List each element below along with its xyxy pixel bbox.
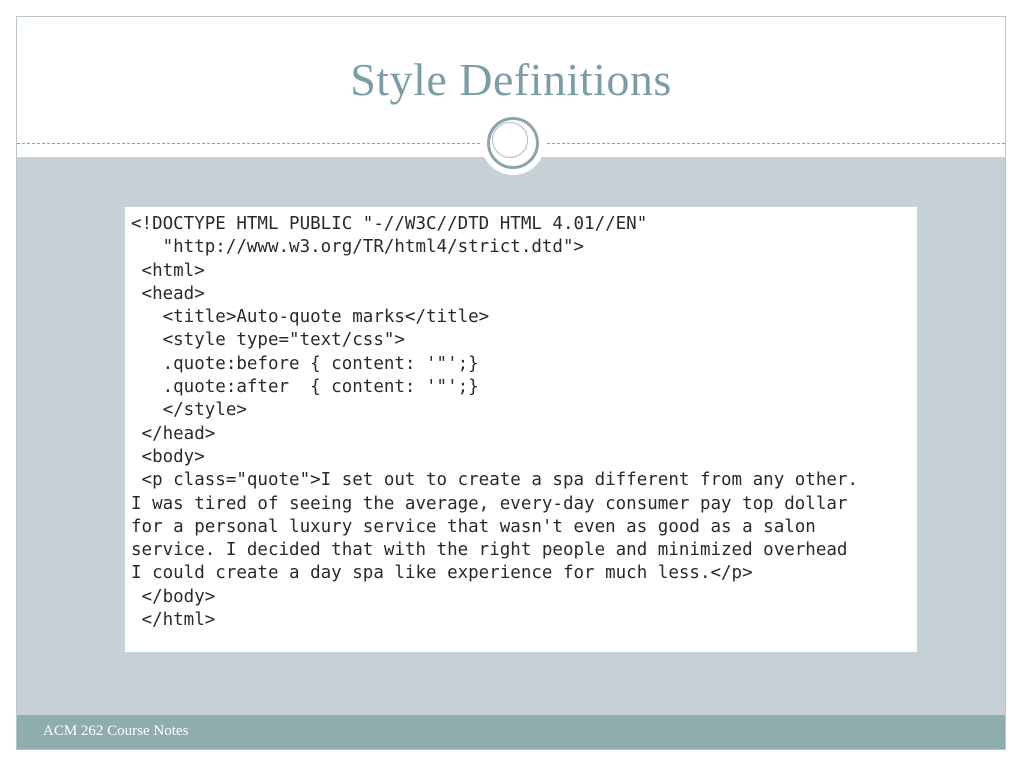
slide-title: Style Definitions <box>350 54 672 105</box>
code-listing: <!DOCTYPE HTML PUBLIC "-//W3C//DTD HTML … <box>131 214 858 631</box>
ornament-inner-ring <box>492 122 528 158</box>
footer-course-label: ACM 262 Course Notes <box>43 723 189 739</box>
slide: Style Definitions <!DOCTYPE HTML PUBLIC … <box>16 16 1006 750</box>
code-example-box: <!DOCTYPE HTML PUBLIC "-//W3C//DTD HTML … <box>125 207 917 652</box>
footer-bar: ACM 262 Course Notes <box>17 715 1005 749</box>
circle-ornament-icon <box>481 111 545 175</box>
